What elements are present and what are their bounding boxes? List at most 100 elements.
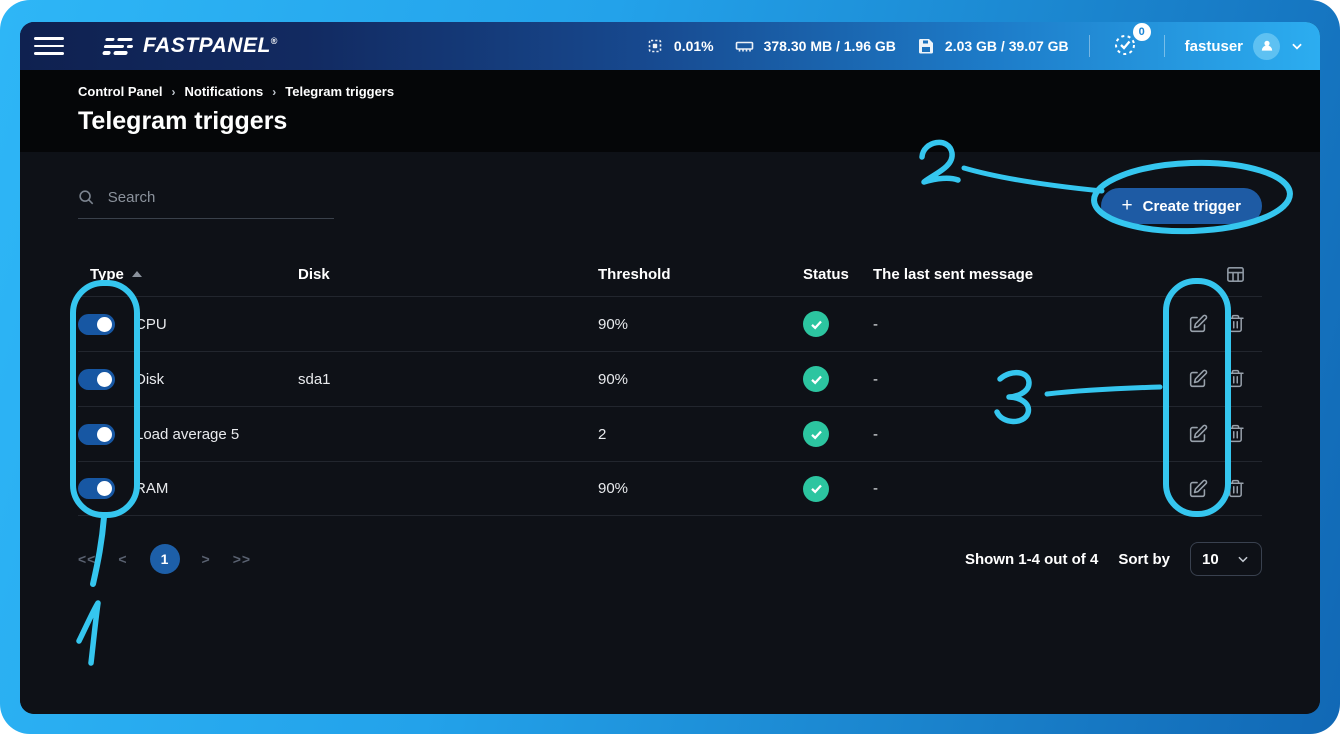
ram-usage-stat: 378.30 MB / 1.96 GB <box>734 36 896 57</box>
trigger-enabled-toggle[interactable] <box>78 424 115 445</box>
column-settings-button[interactable] <box>1162 264 1262 285</box>
row-actions <box>1162 313 1262 335</box>
page-title: Telegram triggers <box>78 107 1262 136</box>
ram-icon <box>734 36 755 57</box>
column-header-threshold: Threshold <box>598 266 803 283</box>
status-ok-icon <box>803 366 829 392</box>
edit-trigger-button[interactable] <box>1187 478 1209 500</box>
divider <box>1089 35 1090 57</box>
last-page-button[interactable]: >> <box>233 551 251 567</box>
search-icon <box>78 188 95 207</box>
edit-icon <box>1187 478 1209 500</box>
table-header: Type Disk Threshold Status The last sent… <box>78 252 1262 296</box>
toggle-knob <box>97 481 112 496</box>
cpu-usage-value: 0.01% <box>674 38 714 54</box>
status-cell <box>803 366 873 392</box>
user-icon <box>1259 38 1275 54</box>
trigger-threshold: 2 <box>598 426 803 443</box>
column-header-type[interactable]: Type <box>78 266 298 283</box>
disk-icon <box>916 36 936 56</box>
table-row: RAM 90% - <box>78 461 1262 516</box>
table-body: CPU 90% - <box>78 296 1262 516</box>
trigger-enabled-toggle[interactable] <box>78 369 115 390</box>
disk-usage-value: 2.03 GB / 39.07 GB <box>945 38 1069 54</box>
shown-summary: Shown 1-4 out of 4 <box>965 551 1098 568</box>
cpu-usage-stat: 0.01% <box>645 36 714 56</box>
status-ok-icon <box>803 476 829 502</box>
trigger-threshold: 90% <box>598 480 803 497</box>
disk-usage-stat: 2.03 GB / 39.07 GB <box>916 36 1069 56</box>
edit-icon <box>1187 368 1209 390</box>
status-cell <box>803 421 873 447</box>
menu-icon[interactable] <box>34 33 64 59</box>
current-page-button[interactable]: 1 <box>150 544 180 574</box>
tasks-button[interactable]: 0 <box>1110 30 1144 63</box>
chevron-down-icon <box>1290 39 1304 53</box>
app-panel: FASTPANEL® 0.01% 378.30 MB / 1 <box>20 22 1320 714</box>
trigger-enabled-toggle[interactable] <box>78 478 115 499</box>
toolbar: + Create trigger <box>78 188 1262 224</box>
trigger-type: Load average 5 <box>135 426 298 443</box>
per-page-select[interactable]: 10 <box>1190 542 1262 576</box>
delete-trigger-button[interactable] <box>1225 423 1246 445</box>
username: fastuser <box>1185 38 1243 55</box>
edit-trigger-button[interactable] <box>1187 368 1209 390</box>
breadcrumb-control-panel[interactable]: Control Panel <box>78 84 163 99</box>
edit-trigger-button[interactable] <box>1187 423 1209 445</box>
registered-mark: ® <box>271 36 278 46</box>
search-box[interactable] <box>78 188 334 219</box>
ram-usage-value: 378.30 MB / 1.96 GB <box>764 38 896 54</box>
delete-trigger-button[interactable] <box>1225 313 1246 335</box>
prev-page-button[interactable]: < <box>118 551 127 567</box>
table-row: CPU 90% - <box>78 296 1262 351</box>
delete-trigger-button[interactable] <box>1225 368 1246 390</box>
first-page-button[interactable]: << <box>78 551 96 567</box>
equalizer-icon <box>102 38 135 55</box>
trigger-threshold: 90% <box>598 371 803 388</box>
sort-asc-icon <box>132 271 142 277</box>
page-header: Control Panel › Notifications › Telegram… <box>20 70 1320 152</box>
trigger-threshold: 90% <box>598 316 803 333</box>
status-ok-icon <box>803 311 829 337</box>
status-ok-icon <box>803 421 829 447</box>
status-cell <box>803 476 873 502</box>
sort-by-label: Sort by <box>1118 551 1170 568</box>
breadcrumb-notifications[interactable]: Notifications <box>185 84 264 99</box>
last-sent-message: - <box>873 316 1162 333</box>
search-input[interactable] <box>108 189 334 206</box>
triggers-table: Type Disk Threshold Status The last sent… <box>78 252 1262 516</box>
edit-icon <box>1187 313 1209 335</box>
toggle-knob <box>97 317 112 332</box>
row-actions <box>1162 423 1262 445</box>
toggle-cell <box>78 314 135 335</box>
pagination-row: << < 1 > >> Shown 1-4 out of 4 Sort by 1… <box>78 542 1262 576</box>
brand-logo[interactable]: FASTPANEL® <box>104 34 278 58</box>
fastpanel-window: FASTPANEL® 0.01% 378.30 MB / 1 <box>0 0 1340 734</box>
breadcrumb: Control Panel › Notifications › Telegram… <box>78 84 1262 99</box>
toggle-cell <box>78 478 135 499</box>
table-row: Disk sda1 90% - <box>78 351 1262 406</box>
trigger-enabled-toggle[interactable] <box>78 314 115 335</box>
table-row: Load average 5 2 - <box>78 406 1262 461</box>
brand-name: FASTPANEL® <box>143 34 278 58</box>
breadcrumb-telegram-triggers: Telegram triggers <box>285 84 394 99</box>
cpu-icon <box>645 36 665 56</box>
toggle-knob <box>97 372 112 387</box>
next-page-button[interactable]: > <box>202 551 211 567</box>
toggle-knob <box>97 427 112 442</box>
last-sent-message: - <box>873 371 1162 388</box>
trash-icon <box>1225 423 1246 444</box>
breadcrumb-separator: › <box>272 85 276 99</box>
breadcrumb-separator: › <box>172 85 176 99</box>
table-columns-icon <box>1225 264 1246 285</box>
create-trigger-label: Create trigger <box>1143 198 1241 215</box>
edit-icon <box>1187 423 1209 445</box>
create-trigger-button[interactable]: + Create trigger <box>1101 188 1262 224</box>
trash-icon <box>1225 478 1246 499</box>
user-menu[interactable]: fastuser <box>1185 33 1304 60</box>
trigger-type: RAM <box>135 480 298 497</box>
main-content: + Create trigger Type Disk Threshold Sta… <box>20 152 1320 714</box>
status-cell <box>803 311 873 337</box>
delete-trigger-button[interactable] <box>1225 478 1246 500</box>
edit-trigger-button[interactable] <box>1187 313 1209 335</box>
